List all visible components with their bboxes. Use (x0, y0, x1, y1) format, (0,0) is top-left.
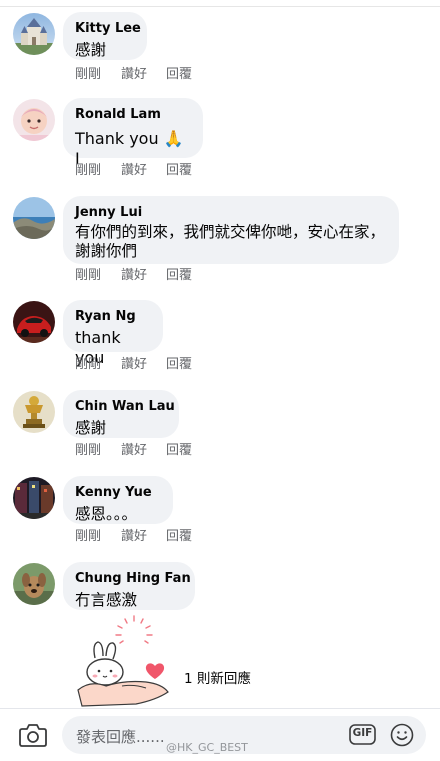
commenter-name[interactable]: Kitty Lee (75, 21, 141, 37)
comment-bubble: Ryan Ng thank you (63, 300, 163, 367)
commenter-name[interactable]: Ryan Ng (75, 309, 149, 325)
reply-button[interactable]: 回覆 (166, 529, 192, 545)
baby-avatar-icon (13, 99, 55, 141)
trophy-avatar-icon (13, 391, 55, 433)
comment-bubble: Chung Hing Fan 冇言感激 (63, 562, 195, 610)
timestamp[interactable]: 剛剛 (75, 529, 121, 545)
red-car-avatar-icon (13, 301, 55, 343)
reply-button[interactable]: 回覆 (166, 163, 192, 179)
avatar[interactable] (13, 391, 55, 433)
gif-label: GIF (352, 727, 373, 739)
watermark: @HK_GC_BEST (166, 741, 248, 754)
comment-text: 冇言感激 (75, 591, 138, 609)
like-button[interactable]: 讚好 (121, 529, 166, 545)
comment-text: 感恩。。。 (75, 505, 138, 523)
emoji-button[interactable] (390, 723, 414, 747)
bunny-heart-hand-sticker-icon (77, 615, 169, 707)
avatar[interactable] (13, 99, 55, 141)
reply-button[interactable]: 回覆 (166, 357, 192, 373)
timestamp[interactable]: 剛剛 (75, 67, 121, 83)
comment-actions: 剛剛 讚好 回覆 (75, 67, 192, 83)
comment-bubble: Kitty Lee 感謝 (63, 12, 147, 60)
commenter-name[interactable]: Chin Wan Lau (75, 399, 175, 415)
comment-text: 感謝 (75, 419, 107, 437)
camera-button[interactable] (18, 721, 48, 749)
timestamp[interactable]: 剛剛 (75, 268, 121, 284)
like-button[interactable]: 讚好 (121, 67, 166, 83)
reply-button[interactable]: 回覆 (166, 443, 192, 459)
commenter-name[interactable]: Ronald Lam (75, 107, 189, 123)
like-button[interactable]: 讚好 (121, 163, 166, 179)
comment-actions: 剛剛 讚好 回覆 (75, 443, 192, 459)
smiley-icon (390, 723, 414, 747)
comment-input-placeholder: 發表回應...... (76, 728, 165, 746)
avatar[interactable] (13, 197, 55, 239)
avatar[interactable] (13, 477, 55, 519)
timestamp[interactable]: 剛剛 (75, 357, 121, 373)
like-button[interactable]: 讚好 (121, 357, 166, 373)
commenter-name[interactable]: Chung Hing Fan (75, 571, 191, 587)
commenter-name[interactable]: Jenny Lui (75, 205, 385, 221)
street-avatar-icon (13, 477, 55, 519)
comment-bubble: Chin Wan Lau 感謝 (63, 390, 179, 438)
dog-avatar-icon (13, 563, 55, 605)
comment-bubble: Kenny Yue 感恩。。。 (63, 476, 173, 524)
coast-avatar-icon (13, 197, 55, 239)
timestamp[interactable]: 剛剛 (75, 163, 121, 179)
like-button[interactable]: 讚好 (121, 268, 166, 284)
comment-actions: 剛剛 讚好 回覆 (75, 163, 192, 179)
new-replies-indicator[interactable]: 1 則新回應 (0, 610, 440, 710)
comment-actions: 剛剛 讚好 回覆 (75, 529, 192, 545)
camera-icon (19, 724, 47, 747)
comment-actions: 剛剛 讚好 回覆 (75, 357, 192, 373)
commenter-name[interactable]: Kenny Yue (75, 485, 159, 501)
comment-text: 有你們的到來，我們就交俾你哋，安心在家，謝謝你們 (75, 223, 386, 260)
comment-actions: 剛剛 讚好 回覆 (75, 268, 192, 284)
avatar[interactable] (13, 563, 55, 605)
gif-button[interactable]: GIF (349, 724, 376, 745)
avatar[interactable] (13, 301, 55, 343)
like-button[interactable]: 讚好 (121, 443, 166, 459)
comment-bubble: Ronald Lam Thank you 🙏 I (63, 98, 203, 168)
avatar[interactable] (13, 13, 55, 55)
reply-button[interactable]: 回覆 (166, 67, 192, 83)
reply-button[interactable]: 回覆 (166, 268, 192, 284)
comment-bubble: Jenny Lui 有你們的到來，我們就交俾你哋，安心在家，謝謝你們 (63, 196, 399, 264)
new-replies-label[interactable]: 1 則新回應 (184, 667, 251, 687)
timestamp[interactable]: 剛剛 (75, 443, 121, 459)
top-divider (0, 6, 440, 7)
castle-avatar-icon (13, 13, 55, 55)
comment-text: 感謝 (75, 41, 107, 59)
